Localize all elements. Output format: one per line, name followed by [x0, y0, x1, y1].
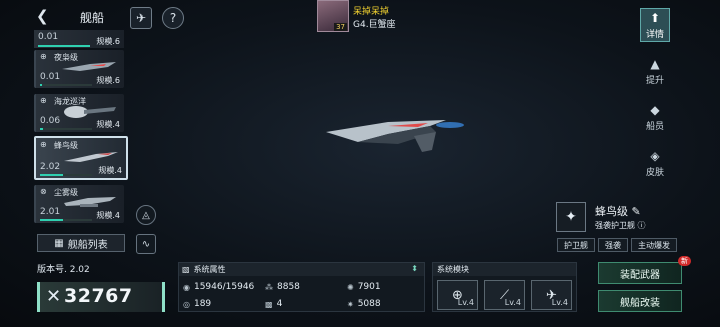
ship-card-bar [40, 84, 92, 86]
module-slot-3[interactable]: ✈ Lv.4 [531, 280, 572, 310]
player-guild: G4.巨蟹座 [353, 20, 396, 30]
edit-icon[interactable]: ✎ [632, 205, 641, 218]
ship-name: 蜂鸟级 ✎ [595, 205, 641, 218]
attack-icon: ⁂ [265, 282, 273, 292]
power-panel: ✕ 32767 [37, 282, 165, 312]
ship-image [64, 106, 116, 118]
ship-tag: 护卫舰 [557, 238, 595, 252]
attr-5: ▩ 4 [265, 299, 283, 309]
ship-tags: 护卫舰 强袭 主动爆发 [557, 238, 677, 252]
refit-ship-button[interactable]: 舰船改装 [598, 290, 682, 312]
ship-image [62, 62, 116, 71]
ship-detail-icon: ⬆ [649, 10, 661, 25]
stats-button[interactable]: ∿ [136, 234, 156, 254]
new-badge: 新 [678, 256, 691, 266]
equip-weapon-button[interactable]: 装配武器 [598, 262, 682, 284]
crew-icon: ◆ [650, 102, 660, 117]
module-slot-2[interactable]: ⟋ Lv.4 [484, 280, 525, 310]
ship-image [64, 152, 118, 162]
ship-tag: 强袭 [598, 238, 628, 252]
ship-card-bar [38, 45, 90, 47]
attributes-panel: ▧ 系统属性 ⬍ ◉ 15946/15946 ⁂ 8858 ✺ 7901 ◎ 189 ▩… [178, 262, 425, 312]
ship-card-bar [40, 128, 92, 130]
crossed-swords-icon: ✕ [46, 286, 62, 307]
checker-icon: ▩ [265, 299, 273, 309]
fleet-filter-button[interactable]: ◬ [136, 205, 156, 225]
attributes-header: ▧ 系统属性 ⬍ [179, 263, 424, 276]
ship-class-icon: ✦ [556, 202, 586, 232]
tab-upgrade[interactable]: ▲ 提升 [640, 54, 670, 88]
ship-list-label: 舰船列表 [67, 239, 108, 251]
ship-card-pct: 0.01 [40, 72, 61, 82]
expand-icon[interactable]: ⬍ [411, 264, 418, 273]
player-avatar[interactable]: 37 [317, 0, 349, 32]
ship-tag: 主动爆发 [631, 238, 677, 252]
ship-type-icon: ⊕ [40, 52, 47, 61]
ship-card-pct: 0.01 [38, 32, 59, 42]
energy-icon: ✷ [347, 299, 354, 309]
version-label: 版本号. 2.02 [37, 265, 90, 275]
modules-title: 系统模块 [433, 263, 576, 276]
skin-icon: ◈ [650, 148, 660, 163]
ship-type-icon: ⊗ [40, 187, 47, 196]
tab-skin[interactable]: ◈ 皮肤 [640, 146, 670, 180]
ship-card-pct: 2.01 [40, 207, 61, 217]
module-slot-1[interactable]: ⊕ Lv.4 [437, 280, 478, 310]
tab-label: 详情 [645, 29, 664, 40]
speed-icon: ◎ [183, 299, 190, 309]
ship-card-bar [40, 219, 92, 221]
player-name: 呆掉呆掉 [353, 7, 390, 17]
attr-6: ✷ 5088 [347, 299, 381, 309]
page-title: 舰船 [80, 11, 105, 25]
ship-card-top[interactable]: 0.01 规模.6 [34, 30, 124, 48]
grid-icon: ▦ [54, 237, 64, 249]
player-level: 37 [334, 23, 347, 31]
ship-card-yexiao[interactable]: ⊕ 夜枭级 0.01 规模.6 [34, 50, 124, 88]
tab-label: 船员 [645, 121, 664, 132]
shield-icon: ✺ [347, 282, 354, 292]
tab-detail[interactable]: ⬆ 详情 [640, 8, 670, 42]
power-value: 32767 [64, 285, 133, 307]
ship-image [64, 197, 116, 207]
attr-hp: ◉ 15946/15946 [183, 282, 255, 292]
tab-label: 皮肤 [645, 167, 664, 178]
help-button[interactable]: ? [162, 7, 184, 29]
attr-2: ⁂ 8858 [265, 282, 300, 292]
ship-card-chenwu[interactable]: ⊗ 尘雾级 2.01 规模.4 [34, 185, 124, 223]
ship-card-scale: 规模.4 [98, 166, 122, 175]
ship-card-pct: 0.06 [40, 116, 61, 126]
right-tab-bar: ⬆ 详情 ▲ 提升 ◆ 船员 ◈ 皮肤 [640, 8, 670, 192]
fleet-icon: ◬ [142, 209, 150, 221]
ship-card-scale: 规模.4 [96, 120, 120, 129]
ship-list-button[interactable]: ▦ 舰船列表 [37, 234, 125, 252]
attr-3: ✺ 7901 [347, 282, 381, 292]
attr-4: ◎ 189 [183, 299, 212, 309]
ship-card-bar [40, 174, 92, 176]
ship-card-pct: 2.02 [40, 162, 61, 172]
ship-card-scale: 规模.6 [96, 76, 120, 85]
upgrade-icon: ▲ [650, 56, 660, 71]
ship-type-icon: ⊕ [40, 96, 47, 105]
attributes-icon: ▧ [182, 265, 190, 274]
help-icon: ? [169, 11, 177, 25]
ship-type: 强袭护卫舰 ⓘ [595, 221, 646, 230]
ship-card-fengniao[interactable]: ⊕ 蜂鸟级 2.02 规模.4 [34, 136, 128, 180]
info-icon[interactable]: ⓘ [638, 221, 646, 230]
ship-card-hailong[interactable]: ⊕ 海龙巡洋 0.06 规模.4 [34, 94, 124, 132]
ship-model [326, 120, 464, 152]
ship-card-scale: 规模.6 [96, 37, 120, 46]
wave-icon: ∿ [141, 238, 151, 250]
modules-panel: 系统模块 ⊕ Lv.4 ⟋ Lv.4 ✈ Lv.4 [432, 262, 577, 312]
attributes-title: 系统属性 [193, 265, 226, 274]
hp-icon: ◉ [183, 282, 190, 292]
rocket-button[interactable]: ✈ [130, 7, 152, 29]
tab-label: 提升 [645, 75, 664, 86]
rocket-icon: ✈ [135, 11, 147, 25]
tab-crew[interactable]: ◆ 船员 [640, 100, 670, 134]
ship-card-scale: 规模.4 [96, 211, 120, 220]
back-arrow-icon[interactable]: ❮ [36, 8, 50, 24]
ship-type-icon: ⊕ [40, 140, 47, 149]
